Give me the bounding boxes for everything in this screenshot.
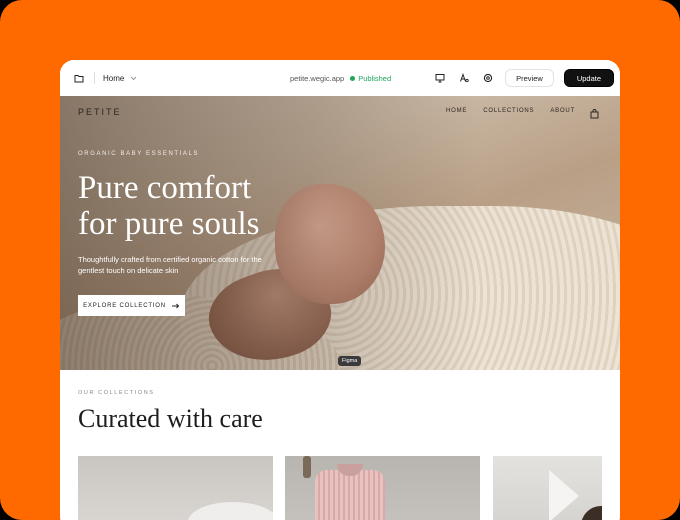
site-navbar: PETITE HOME COLLECTIONS ABOUT [60, 96, 620, 128]
toolbar-left: Home [72, 60, 137, 96]
nav-links: HOME COLLECTIONS ABOUT [446, 108, 575, 114]
toolbar-divider [94, 72, 95, 84]
update-button[interactable]: Update [563, 69, 614, 87]
publish-info: petite.wegic.app Published [290, 60, 391, 96]
hero-subtitle: Thoughtfully crafted from certified orga… [78, 255, 262, 275]
nav-item-about[interactable]: ABOUT [550, 108, 575, 114]
settings-icon[interactable] [481, 71, 495, 85]
status-label: Published [358, 73, 392, 83]
typography-icon[interactable] [457, 71, 471, 85]
card-image-hanger [303, 456, 311, 478]
card-image-shape [549, 470, 579, 520]
card-image-baby-head [581, 506, 602, 520]
hero-headline-line2: for pure souls [78, 206, 260, 242]
nav-item-home[interactable]: HOME [446, 108, 467, 114]
hero-section: PETITE HOME COLLECTIONS ABOUT ORGANIC BA… [60, 96, 620, 370]
preview-button[interactable]: Preview [505, 69, 554, 87]
hero-headline: Pure comfort for pure souls [78, 170, 318, 242]
status-badge: Published [350, 74, 391, 83]
hero-eyebrow: ORGANIC BABY ESSENTIALS [78, 151, 200, 157]
shopping-bag-icon[interactable] [590, 106, 599, 124]
card-image-sweater [315, 470, 385, 520]
orange-backdrop: Home petite.wegic.app Published Preview … [0, 0, 680, 520]
brand-logo[interactable]: PETITE [78, 107, 122, 117]
chevron-down-icon [130, 76, 137, 80]
page-selector-label: Home [103, 73, 125, 83]
explore-collection-button[interactable]: EXPLORE COLLECTION [78, 295, 185, 316]
collection-card-2[interactable] [285, 456, 480, 520]
desktop-icon[interactable] [433, 71, 447, 85]
site-url[interactable]: petite.wegic.app [290, 74, 344, 83]
collections-section: OUR COLLECTIONS Curated with care [60, 370, 620, 520]
editor-toolbar: Home petite.wegic.app Published Preview … [60, 60, 620, 96]
explore-collection-label: EXPLORE COLLECTION [83, 302, 166, 309]
toolbar-right: Preview Update [433, 60, 614, 96]
folder-icon[interactable] [72, 71, 86, 85]
figma-tag: Figma [338, 356, 362, 366]
hero-headline-line1: Pure comfort [78, 170, 252, 206]
collection-card-3[interactable] [493, 456, 602, 520]
nav-item-collections[interactable]: COLLECTIONS [483, 108, 534, 114]
collection-card-1[interactable] [78, 456, 273, 520]
collections-eyebrow: OUR COLLECTIONS [78, 390, 155, 396]
page-selector[interactable]: Home [103, 74, 137, 83]
collections-title: Curated with care [78, 404, 263, 433]
editor-window: Home petite.wegic.app Published Preview … [60, 60, 620, 520]
card-image-fabric [188, 502, 273, 520]
status-dot-icon [350, 75, 356, 81]
arrow-right-icon [171, 303, 180, 308]
